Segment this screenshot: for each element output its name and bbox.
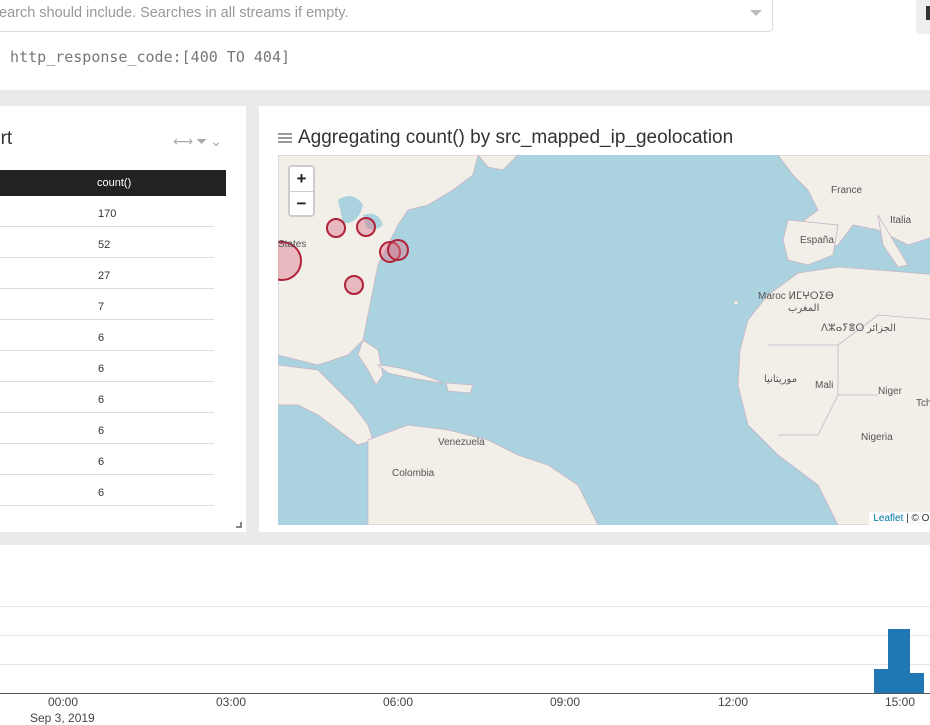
x-tick-label: 15:00: [884, 695, 916, 709]
location-marker[interactable]: [326, 218, 346, 238]
x-tick-label: 03:00: [215, 695, 247, 709]
search-button[interactable]: [916, 0, 930, 34]
count-cell: 170: [98, 208, 117, 220]
grid-line: [0, 664, 930, 665]
x-tick-label: 09:00: [549, 695, 581, 709]
query-input[interactable]: : http_response_code:[400 TO 404]: [0, 48, 290, 66]
zoom-control: + −: [288, 165, 315, 217]
map-label: Venezuela: [438, 437, 485, 448]
map-label: Maroc ⵍⵎⵖⵔⵉⴱ: [758, 291, 834, 302]
x-axis: [0, 693, 930, 694]
table-row[interactable]: 6: [0, 475, 214, 506]
count-cell: 6: [98, 487, 105, 499]
drag-handle-icon[interactable]: [278, 131, 292, 145]
x-tick-label: 12:00: [717, 695, 749, 709]
map-label: States: [278, 239, 307, 250]
resize-handle[interactable]: [236, 522, 242, 528]
filter-icon[interactable]: ⏷: [196, 133, 207, 150]
table-row[interactable]: 6: [0, 320, 214, 351]
count-cell: 6: [98, 332, 105, 344]
table-row[interactable]: 6: [0, 351, 214, 382]
expand-icon[interactable]: ⟷: [173, 133, 193, 150]
streams-placeholder: earch should include. Searches in all st…: [0, 5, 349, 21]
map-label: Niger: [878, 386, 902, 397]
x-tick-label: 00:00: [47, 695, 79, 709]
map-label: Tch: [916, 398, 930, 409]
map-label: Nigeria: [861, 432, 893, 443]
table-row[interactable]: 6: [0, 413, 214, 444]
map-label: France: [831, 185, 863, 196]
date-label: Sep 3, 2019: [30, 711, 95, 725]
widget-actions: ⟷ ⏷ ⌄: [173, 133, 222, 150]
widget-title: ort: [0, 128, 13, 149]
map-label: ⴷⵣⴰⵢⴻⵔ الجزائر: [821, 323, 896, 334]
grid-line: [0, 635, 930, 636]
count-cell: 52: [98, 239, 111, 251]
map-label: Italia: [890, 215, 912, 226]
map-tiles: [278, 155, 930, 525]
message-count-widget: ort ⟷ ⏷ ⌄ count() 170 52 27 7 6 6 6 6 6 6 6: [0, 106, 246, 532]
count-cell: 6: [98, 456, 105, 468]
x-tick-label: 06:00: [382, 695, 414, 709]
table-row[interactable]: 52: [0, 227, 214, 258]
count-cell: 27: [98, 270, 111, 282]
count-cell: 7: [98, 301, 105, 313]
chevron-down-icon[interactable]: ⌄: [210, 133, 222, 150]
map-widget: Aggregating count() by src_mapped_ip_geo…: [259, 106, 930, 532]
world-map[interactable]: States France Italia España Maroc ⵍⵎⵖⵔⵉⴱ…: [278, 155, 930, 525]
table-row[interactable]: 27: [0, 258, 214, 289]
location-marker[interactable]: [356, 217, 376, 237]
table-row[interactable]: 6: [0, 506, 214, 512]
grid-line: [0, 606, 930, 607]
count-cell: 6: [98, 425, 105, 437]
table-header: count(): [0, 170, 226, 196]
map-title-text: Aggregating count() by src_mapped_ip_geo…: [298, 127, 734, 148]
table-row[interactable]: 7: [0, 289, 214, 320]
map-label: Colombia: [392, 468, 435, 479]
attribution-text: | © Op: [906, 513, 930, 524]
search-bar-area: earch should include. Searches in all st…: [0, 0, 930, 90]
location-marker[interactable]: [344, 275, 364, 295]
table-row[interactable]: 6: [0, 382, 214, 413]
zoom-in-button[interactable]: +: [290, 167, 313, 191]
map-label: موريتانيا: [764, 374, 798, 385]
zoom-out-button[interactable]: −: [290, 191, 313, 215]
button-icon: [926, 6, 930, 20]
count-cell: 6: [98, 363, 105, 375]
map-attribution: Leaflet | © Op: [869, 512, 930, 525]
column-header-count[interactable]: count(): [97, 177, 131, 189]
table-row[interactable]: 170: [0, 196, 214, 227]
map-label: المغرب: [788, 303, 820, 314]
histogram-bar[interactable]: [901, 673, 924, 693]
histogram-widget: 00:00 03:00 06:00 09:00 12:00 15:00 Sep 3, 20…: [0, 545, 930, 725]
map-label: Mali: [815, 380, 834, 391]
count-cell: 6: [98, 394, 105, 406]
widget-title: Aggregating count() by src_mapped_ip_geo…: [278, 127, 733, 149]
chevron-down-icon[interactable]: [750, 10, 762, 16]
data-table: count() 170 52 27 7 6 6 6 6 6 6 6: [0, 170, 226, 512]
streams-select[interactable]: earch should include. Searches in all st…: [0, 0, 773, 32]
leaflet-link[interactable]: Leaflet: [873, 513, 903, 524]
map-label: España: [800, 235, 834, 246]
table-row[interactable]: 6: [0, 444, 214, 475]
location-marker[interactable]: [387, 239, 409, 261]
